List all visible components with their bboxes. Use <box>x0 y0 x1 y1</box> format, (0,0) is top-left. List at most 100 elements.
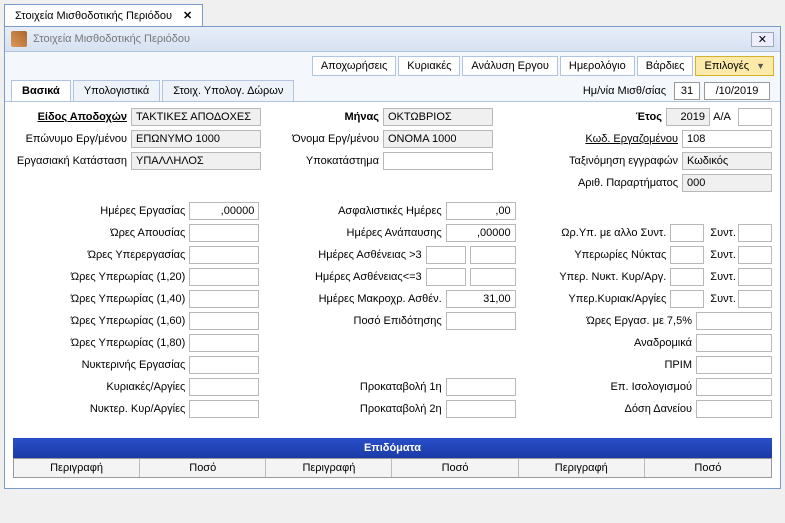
r-s2: Συντ. <box>710 249 736 261</box>
r-f5[interactable] <box>696 312 772 330</box>
m-f3a[interactable] <box>426 246 466 264</box>
tax-field: Κωδικός <box>682 152 772 170</box>
l-f10[interactable] <box>189 400 259 418</box>
r-sf3[interactable] <box>738 268 772 286</box>
col-perigrafi-2: Περιγραφή <box>266 459 392 477</box>
l-l9: Κυριακές/Αργίες <box>13 381 189 393</box>
l-l8: Νυκτερινής Εργασίας <box>13 359 189 371</box>
toolbar-vardies[interactable]: Βάρδιες <box>637 56 694 76</box>
m-l4: Ημέρες Ασθένειας<=3 <box>269 271 425 283</box>
app-icon <box>11 31 27 47</box>
r-s4: Συντ. <box>710 293 736 305</box>
l-l1: Ημέρες Εργασίας <box>13 205 189 217</box>
m-f5[interactable] <box>446 290 516 308</box>
close-icon: ✕ <box>758 34 767 46</box>
eidos-field: ΤΑΚΤΙΚΕΣ ΑΠΟΔΟΧΕΣ <box>131 108 261 126</box>
payroll-date-label: Ημ/νία Μισθ/σίας <box>583 85 670 97</box>
outer-tab-title: Στοιχεία Μισθοδοτικής Περιόδου <box>15 10 172 22</box>
col-poso-3: Ποσό <box>645 459 771 477</box>
l-f4[interactable] <box>189 268 259 286</box>
titlebar: Στοιχεία Μισθοδοτικής Περιόδου ✕ <box>5 27 780 52</box>
r-l4: Υπερ.Κυριακ/Αργίες <box>526 293 671 305</box>
r-l9: Δόση Δανείου <box>526 403 696 415</box>
r-s3: Συντ. <box>710 271 736 283</box>
m-f7[interactable] <box>446 378 516 396</box>
tab-ypologistika[interactable]: Υπολογιστικά <box>73 80 160 101</box>
m-l3: Ημέρες Ασθένειας >3 <box>269 249 425 261</box>
aa-label: A/A <box>710 111 738 123</box>
eidos-label: Είδος Αποδοχών <box>13 111 131 123</box>
payroll-date-day[interactable] <box>674 82 700 100</box>
r-f8[interactable] <box>696 378 772 396</box>
r-f9[interactable] <box>696 400 772 418</box>
r-f2[interactable] <box>670 246 704 264</box>
toolbar-analysi-ergou[interactable]: Ανάλυση Εργου <box>462 56 557 76</box>
m-l1: Ασφαλιστικές Ημέρες <box>269 205 445 217</box>
r-sf1[interactable] <box>738 224 772 242</box>
l-l6: Ώρες Υπερωρίας (1,60) <box>13 315 189 327</box>
epidomata-grid-header: Περιγραφή Ποσό Περιγραφή Ποσό Περιγραφή … <box>13 458 772 478</box>
m-f6[interactable] <box>446 312 516 330</box>
content: Είδος Αποδοχών ΤΑΚΤΙΚΕΣ ΑΠΟΔΟΧΕΣ Μήνας Ο… <box>5 101 780 488</box>
r-sf2[interactable] <box>738 246 772 264</box>
r-l2: Υπερωρίες Νύκτας <box>526 249 671 261</box>
m-f1[interactable] <box>446 202 516 220</box>
r-l8: Επ. Ισολογισμού <box>526 381 696 393</box>
m-f4a[interactable] <box>426 268 466 286</box>
l-f7[interactable] <box>189 334 259 352</box>
m-f2[interactable] <box>446 224 516 242</box>
r-l7: ΠΡΙΜ <box>526 359 696 371</box>
l-l2: Ώρες Απουσίας <box>13 227 189 239</box>
l-f8[interactable] <box>189 356 259 374</box>
ypok-field[interactable] <box>383 152 493 170</box>
payroll-date-row: Ημ/νία Μισθ/σίας <box>583 82 770 100</box>
toolbar-epiloges[interactable]: Επιλογές ▼ <box>695 56 774 76</box>
m-l6: Ποσό Επιδότησης <box>269 315 445 327</box>
window-close-button[interactable]: ✕ <box>751 32 774 47</box>
m-f3b[interactable] <box>470 246 516 264</box>
outer-tab-close[interactable]: ✕ <box>183 10 192 22</box>
r-sf4[interactable] <box>738 290 772 308</box>
l-f1[interactable] <box>189 202 259 220</box>
toolbar-apoxoriseis[interactable]: Αποχωρήσεις <box>312 56 396 76</box>
m-f8[interactable] <box>446 400 516 418</box>
l-f5[interactable] <box>189 290 259 308</box>
toolbar-imerologio[interactable]: Ημερολόγιο <box>560 56 635 76</box>
l-l5: Ώρες Υπερωρίας (1,40) <box>13 293 189 305</box>
m-l8: Προκαταβολή 2η <box>269 403 445 415</box>
r-f7[interactable] <box>696 356 772 374</box>
m-f4b[interactable] <box>470 268 516 286</box>
outer-tab[interactable]: Στοιχεία Μισθοδοτικής Περιόδου ✕ <box>4 4 203 26</box>
col-poso-1: Ποσό <box>140 459 266 477</box>
kod-field[interactable]: 108 <box>682 130 772 148</box>
window: Στοιχεία Μισθοδοτικής Περιόδου ✕ Αποχωρή… <box>4 26 781 489</box>
toolbar-kyriakes[interactable]: Κυριακές <box>398 56 460 76</box>
payroll-date-rest[interactable] <box>704 82 770 100</box>
arp-field: 000 <box>682 174 772 192</box>
eponymo-field: ΕΠΩΝΥΜΟ 1000 <box>131 130 261 148</box>
r-f3[interactable] <box>670 268 704 286</box>
m-l5: Ημέρες Μακροχρ. Ασθέν. <box>269 293 445 305</box>
mid-column: Ασφαλιστικές Ημέρες Ημέρες Ανάπαυσης Ημέ… <box>269 202 515 422</box>
l-f2[interactable] <box>189 224 259 242</box>
tab-doron[interactable]: Στοιχ. Υπολογ. Δώρων <box>162 80 294 101</box>
r-f1[interactable] <box>670 224 704 242</box>
l-f3[interactable] <box>189 246 259 264</box>
aa-field[interactable] <box>738 108 772 126</box>
r-f6[interactable] <box>696 334 772 352</box>
eponymo-label: Επώνυμο Εργ/μένου <box>13 133 131 145</box>
etos-field: 2019 <box>666 108 710 126</box>
r-f4[interactable] <box>670 290 704 308</box>
r-l6: Αναδρομικά <box>526 337 696 349</box>
r-l5: Ώρες Εργασ. με 7,5% <box>526 315 696 327</box>
onoma-field: ΟΝΟΜΑ 1000 <box>383 130 493 148</box>
toolbar-epiloges-label: Επιλογές <box>704 60 749 72</box>
epidomata-section: Επιδόματα <box>13 438 772 458</box>
r-s1: Συντ. <box>710 227 736 239</box>
tab-vasika[interactable]: Βασικά <box>11 80 71 101</box>
l-l4: Ώρες Υπερωρίας (1,20) <box>13 271 189 283</box>
l-f9[interactable] <box>189 378 259 396</box>
l-f6[interactable] <box>189 312 259 330</box>
m-l7: Προκαταβολή 1η <box>269 381 445 393</box>
ypok-label: Υποκατάστημα <box>273 155 383 167</box>
